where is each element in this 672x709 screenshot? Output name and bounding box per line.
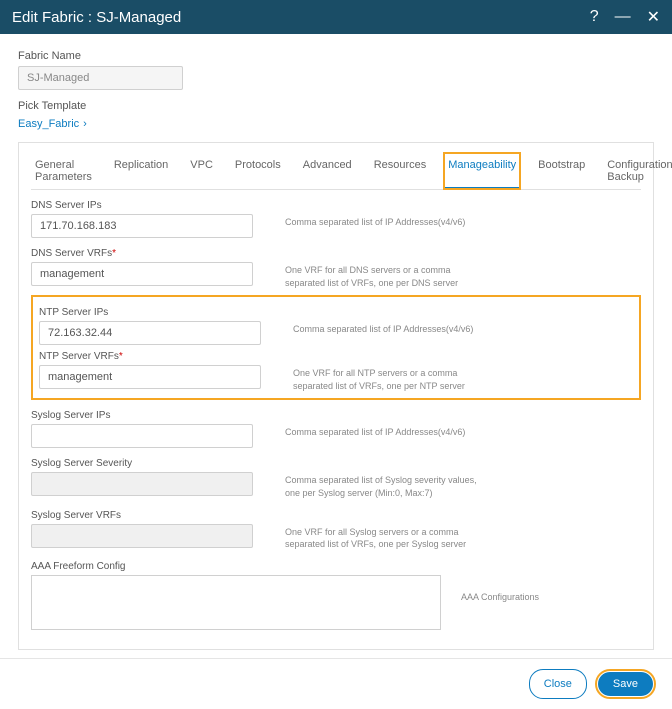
tab-manageability[interactable]: Manageability <box>444 153 520 189</box>
syslog-ips-hint: Comma separated list of IP Addresses(v4/… <box>285 410 465 439</box>
fabric-name-label: Fabric Name <box>18 50 654 62</box>
syslog-ips-input[interactable] <box>31 424 253 448</box>
minimize-icon[interactable]: — <box>615 8 631 26</box>
tab-general-parameters[interactable]: General Parameters <box>31 153 96 189</box>
pick-template-block: Pick Template Easy_Fabric › <box>18 100 654 130</box>
template-link[interactable]: Easy_Fabric › <box>18 118 87 130</box>
syslog-sev-input <box>31 472 253 496</box>
close-button[interactable]: Close <box>529 669 587 699</box>
syslog-sev-hint: Comma separated list of Syslog severity … <box>285 458 485 499</box>
syslog-vrfs-hint: One VRF for all Syslog servers or a comm… <box>285 510 485 551</box>
close-icon[interactable]: ✕ <box>647 7 660 27</box>
syslog-vrfs-label: Syslog Server VRFs <box>31 510 265 521</box>
save-button-highlight: Save <box>595 669 656 699</box>
dialog-body: Fabric Name Pick Template Easy_Fabric › … <box>0 34 672 658</box>
save-button[interactable]: Save <box>598 672 653 696</box>
tab-resources[interactable]: Resources <box>370 153 431 189</box>
syslog-sev-label: Syslog Server Severity <box>31 458 265 469</box>
help-icon[interactable]: ? <box>590 8 599 26</box>
ntp-ips-input[interactable] <box>39 321 261 345</box>
dns-ips-label: DNS Server IPs <box>31 200 265 211</box>
aaa-label: AAA Freeform Config <box>31 561 441 572</box>
tab-replication[interactable]: Replication <box>110 153 172 189</box>
header-actions: ? — ✕ <box>590 7 660 27</box>
dialog-footer: Close Save <box>0 658 672 709</box>
row-syslog-sev: Syslog Server Severity Comma separated l… <box>31 458 641 499</box>
row-dns-vrfs: DNS Server VRFs One VRF for all DNS serv… <box>31 248 641 289</box>
row-syslog-ips: Syslog Server IPs Comma separated list o… <box>31 410 641 448</box>
row-syslog-vrfs: Syslog Server VRFs One VRF for all Syslo… <box>31 510 641 551</box>
row-ntp-ips: NTP Server IPs Comma separated list of I… <box>39 307 633 345</box>
dns-vrfs-hint: One VRF for all DNS servers or a comma s… <box>285 248 485 289</box>
row-ntp-vrfs: NTP Server VRFs One VRF for all NTP serv… <box>39 351 633 392</box>
tabs-card: General Parameters Replication VPC Proto… <box>18 142 654 650</box>
aaa-textarea[interactable] <box>31 575 441 630</box>
dialog-header: Edit Fabric : SJ-Managed ? — ✕ <box>0 0 672 34</box>
dns-ips-hint: Comma separated list of IP Addresses(v4/… <box>285 200 465 229</box>
pick-template-label: Pick Template <box>18 100 654 112</box>
tab-protocols[interactable]: Protocols <box>231 153 285 189</box>
fabric-name-input <box>18 66 183 90</box>
template-link-text: Easy_Fabric <box>18 118 79 130</box>
row-dns-ips: DNS Server IPs Comma separated list of I… <box>31 200 641 238</box>
dns-vrfs-label: DNS Server VRFs <box>31 248 265 259</box>
dns-ips-input[interactable] <box>31 214 253 238</box>
chevron-right-icon: › <box>83 118 87 130</box>
ntp-ips-label: NTP Server IPs <box>39 307 273 318</box>
ntp-ips-hint: Comma separated list of IP Addresses(v4/… <box>293 307 473 336</box>
tab-bootstrap[interactable]: Bootstrap <box>534 153 589 189</box>
ntp-vrfs-input[interactable] <box>39 365 261 389</box>
dns-vrfs-input[interactable] <box>31 262 253 286</box>
syslog-ips-label: Syslog Server IPs <box>31 410 265 421</box>
tabs: General Parameters Replication VPC Proto… <box>31 153 641 190</box>
dialog-title: Edit Fabric : SJ-Managed <box>12 9 181 26</box>
tab-advanced[interactable]: Advanced <box>299 153 356 189</box>
ntp-vrfs-hint: One VRF for all NTP servers or a comma s… <box>293 351 493 392</box>
fabric-name-block: Fabric Name <box>18 50 654 90</box>
tab-vpc[interactable]: VPC <box>186 153 217 189</box>
ntp-vrfs-label: NTP Server VRFs <box>39 351 273 362</box>
syslog-vrfs-input <box>31 524 253 548</box>
tab-configuration-backup[interactable]: Configuration Backup <box>603 153 672 189</box>
highlight-ntp-block: NTP Server IPs Comma separated list of I… <box>31 295 641 400</box>
